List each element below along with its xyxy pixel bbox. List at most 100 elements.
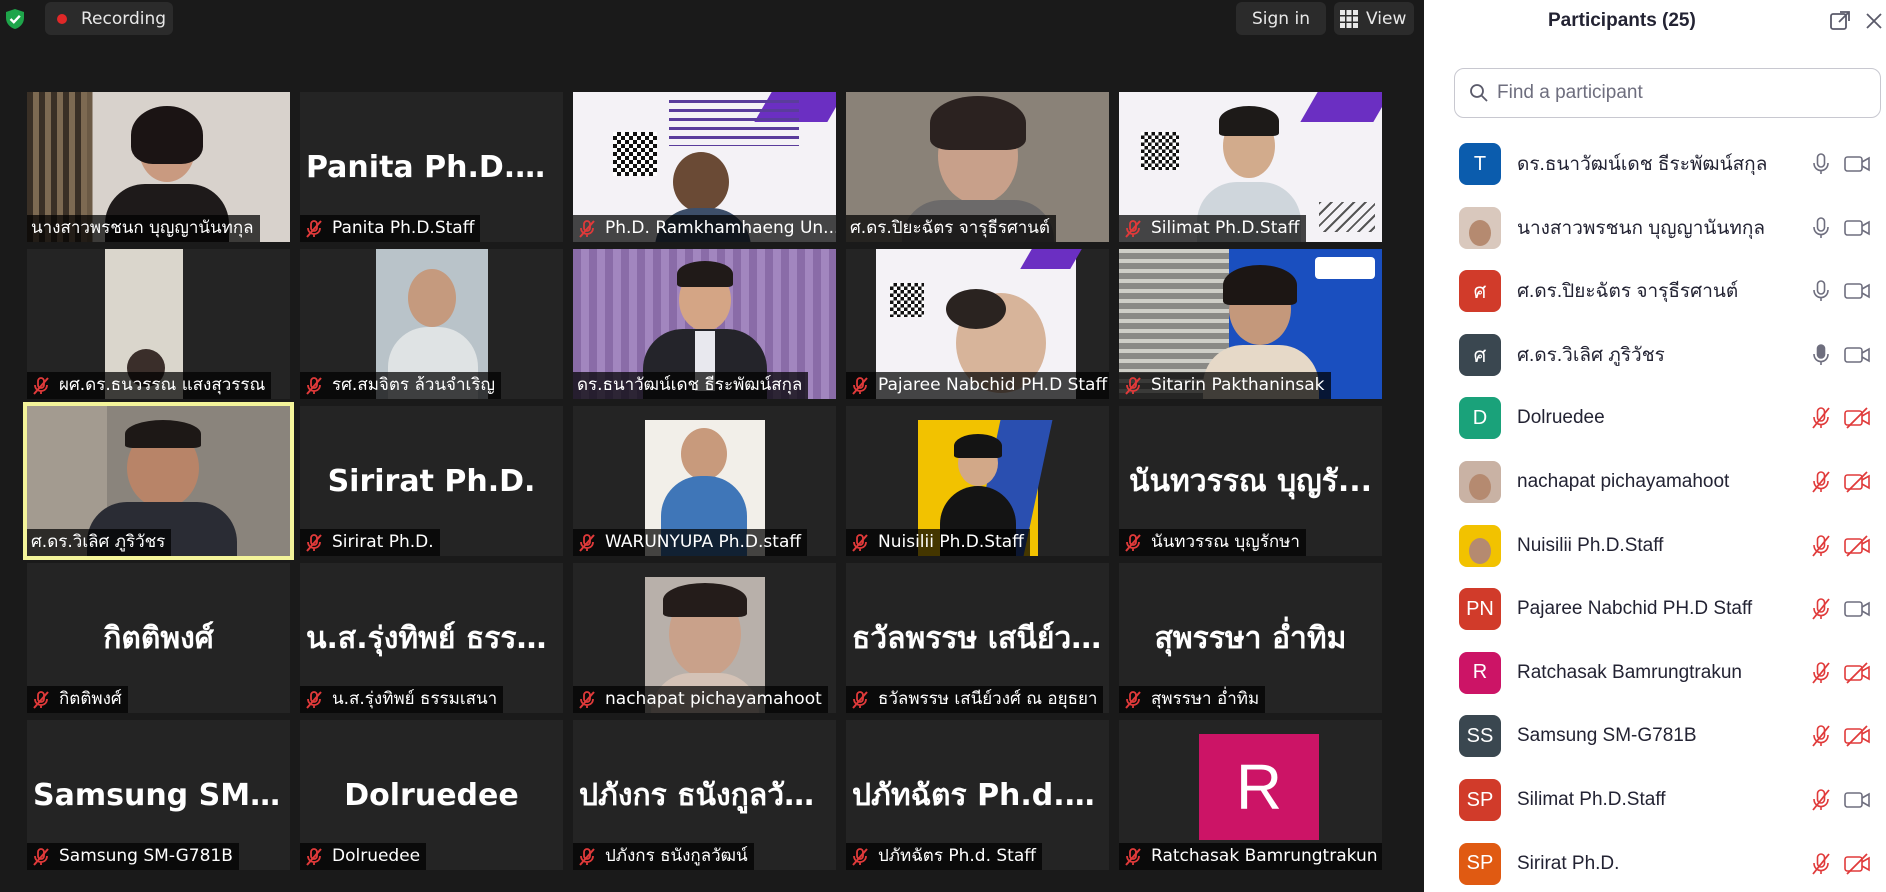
video-icon[interactable] [1843, 597, 1871, 621]
video-tile[interactable]: R Ratchasak Bamrungtrakun [1119, 720, 1382, 870]
video-tile[interactable]: nachapat pichayamahoot [573, 563, 836, 713]
muted-mic-icon[interactable] [1809, 406, 1833, 430]
video-off-icon[interactable] [1843, 661, 1871, 685]
muted-mic-icon[interactable] [1809, 597, 1833, 621]
participant-row[interactable]: T ดร.ธนาวัฒน์เดช ธีระพัฒน์สกุล [1424, 136, 1886, 195]
participant-row[interactable]: Nuisilii Ph.D.Staff [1424, 515, 1886, 577]
participant-name: nachapat pichayamahoot [1517, 471, 1730, 492]
participant-name: Sirirat Ph.D. [1517, 852, 1620, 874]
participant-row[interactable]: R Ratchasak Bamrungtrakun [1424, 642, 1886, 704]
tile-name-label: นางสาวพรชนก บุญญานันทกุล [27, 215, 260, 242]
video-tile[interactable]: ดร.ธนาวัฒน์เดช ธีระพัฒน์สกุล [573, 249, 836, 399]
video-tile[interactable]: รศ.สมจิตร ล้วนจำเริญ [300, 249, 563, 399]
muted-mic-icon [33, 690, 49, 709]
video-tile[interactable]: กิตติพงศ์ กิตติพงศ์ [27, 563, 290, 713]
mic-icon[interactable] [1809, 279, 1833, 303]
participant-name: นางสาวพรชนก บุญญานันทกุล [1517, 217, 1766, 239]
muted-mic-icon[interactable] [1809, 724, 1833, 748]
participant-row[interactable]: นางสาวพรชนก บุญญานันทกุล [1424, 197, 1886, 259]
tile-name-label: Pajaree Nabchid PH.D Staff [846, 372, 1109, 399]
video-tile[interactable]: Ph.D. Ramkhamhaeng Un... [573, 92, 836, 242]
popout-icon[interactable] [1829, 10, 1851, 32]
close-icon[interactable] [1864, 11, 1884, 31]
participant-row[interactable]: nachapat pichayamahoot [1424, 451, 1886, 513]
video-icon[interactable] [1843, 788, 1871, 812]
tile-name-label: สุพรรษา อ่ำทิม [1119, 686, 1266, 713]
mic-icon[interactable] [1809, 343, 1833, 367]
muted-mic-icon[interactable] [1809, 852, 1833, 876]
tile-name-label: Silimat Ph.D.Staff [1119, 215, 1306, 242]
avatar: T [1459, 143, 1501, 185]
video-icon[interactable] [1843, 216, 1871, 240]
muted-mic-icon [1125, 533, 1141, 552]
video-off-icon[interactable] [1843, 534, 1871, 558]
participant-row[interactable]: SS Samsung SM-G781B [1424, 705, 1886, 767]
meeting-topbar: Recording Sign in View [0, 0, 1424, 38]
video-tile[interactable]: Panita Ph.D.StaffPanita Ph.D.Staff [300, 92, 563, 242]
video-tile[interactable]: ผศ.ดร.ธนวรรณ แสงสุวรรณ [27, 249, 290, 399]
muted-mic-icon[interactable] [1809, 788, 1833, 812]
shield-check-icon[interactable] [4, 8, 26, 30]
video-off-icon[interactable] [1843, 406, 1871, 430]
muted-mic-icon [852, 376, 868, 395]
video-off-icon[interactable] [1843, 470, 1871, 494]
muted-mic-icon [1125, 376, 1141, 395]
participant-row[interactable]: ศ ศ.ดร.ปิยะฉัตร จารุธีรศานต์ [1424, 260, 1886, 322]
video-tile[interactable]: Sirirat Ph.D. Sirirat Ph.D. [300, 406, 563, 556]
tile-name-label: ปภัทฉัตร Ph.d. Staff [846, 843, 1042, 870]
video-off-icon[interactable] [1843, 852, 1871, 876]
muted-mic-icon [579, 219, 595, 238]
video-tile[interactable]: ศ.ดร.ปิยะฉัตร จารุธีรศานต์ [846, 92, 1109, 242]
muted-mic-icon [852, 847, 868, 866]
tile-name-label: Panita Ph.D.Staff [300, 215, 481, 242]
video-tile[interactable]: Dolruedee Dolruedee [300, 720, 563, 870]
mic-icon[interactable] [1809, 152, 1833, 176]
participant-name: Ratchasak Bamrungtrakun [1517, 661, 1742, 683]
video-tile[interactable]: Silimat Ph.D.Staff [1119, 92, 1382, 242]
search-icon [1470, 84, 1488, 102]
muted-mic-icon[interactable] [1809, 470, 1833, 494]
participant-row[interactable]: SP Silimat Ph.D.Staff [1424, 769, 1886, 831]
video-tile[interactable]: สุพรรษา อ่ำทิม สุพรรษา อ่ำทิม [1119, 563, 1382, 713]
video-tile[interactable]: Nuisilii Ph.D.Staff [846, 406, 1109, 556]
video-tile[interactable]: น.ส.รุ่งทิพย์ ธรรม... น.ส.รุ่งทิพย์ ธรรมเ… [300, 563, 563, 713]
video-tile[interactable]: Pajaree Nabchid PH.D Staff [846, 249, 1109, 399]
participant-row[interactable]: ศ ศ.ดร.วิเลิศ ภูริวัชร [1424, 324, 1886, 386]
grid-view-icon [1340, 9, 1358, 28]
view-label: View [1366, 8, 1407, 29]
participant-search-input[interactable] [1497, 82, 1857, 104]
video-tile[interactable]: Sitarin Pakthaninsak [1119, 249, 1382, 399]
video-tile[interactable]: ปภังกร ธนังกูลวัฒน์ ปภังกร ธนังกูลวัฒน์ [573, 720, 836, 870]
video-icon[interactable] [1843, 152, 1871, 176]
muted-mic-icon [306, 847, 322, 866]
view-button[interactable]: View [1334, 2, 1414, 35]
participant-row[interactable]: PN Pajaree Nabchid PH.D Staff [1424, 578, 1886, 640]
video-tile[interactable]: นางสาวพรชนก บุญญานันทกุล [27, 92, 290, 242]
sign-in-button[interactable]: Sign in [1236, 2, 1326, 35]
participant-name: Nuisilii Ph.D.Staff [1517, 534, 1664, 556]
tile-name-label: Sirirat Ph.D. [300, 529, 440, 556]
mic-icon[interactable] [1809, 216, 1833, 240]
recording-indicator[interactable]: Recording [45, 2, 173, 35]
video-tile[interactable]: ปภัทฉัตร Ph.d. S...ปภัทฉัตร Ph.d. Staff [846, 720, 1109, 870]
muted-mic-icon[interactable] [1809, 661, 1833, 685]
participant-search[interactable] [1454, 68, 1881, 118]
video-tile[interactable]: WARUNYUPA Ph.D.staff [573, 406, 836, 556]
avatar [1459, 461, 1501, 503]
recording-dot-icon [57, 13, 67, 24]
video-tile[interactable]: ธวัลพรรษ เสนีย์ว... ธวัลพรรษ เสนีย์วงศ์ ณ… [846, 563, 1109, 713]
muted-mic-icon [306, 690, 322, 709]
video-off-icon[interactable] [1843, 724, 1871, 748]
video-icon[interactable] [1843, 279, 1871, 303]
muted-mic-icon[interactable] [1809, 534, 1833, 558]
video-tile[interactable]: นันทวรรณ บุญรั... นันทวรรณ บุญรักษา [1119, 406, 1382, 556]
participant-row[interactable]: SP Sirirat Ph.D. [1424, 833, 1886, 892]
participant-row[interactable]: D Dolruedee [1424, 387, 1886, 449]
tile-name-label: Ratchasak Bamrungtrakun [1119, 843, 1382, 870]
participant-name: ศ.ดร.ปิยะฉัตร จารุธีรศานต์ [1517, 281, 1739, 303]
video-tile[interactable]: ศ.ดร.วิเลิศ ภูริวัชร [23, 402, 294, 560]
tile-name-label: ผศ.ดร.ธนวรรณ แสงสุวรรณ [27, 372, 272, 399]
tile-name-label: น.ส.รุ่งทิพย์ ธรรมเสนา [300, 686, 504, 713]
video-tile[interactable]: Samsung SM-G...Samsung SM-G781B [27, 720, 290, 870]
video-icon[interactable] [1843, 343, 1871, 367]
